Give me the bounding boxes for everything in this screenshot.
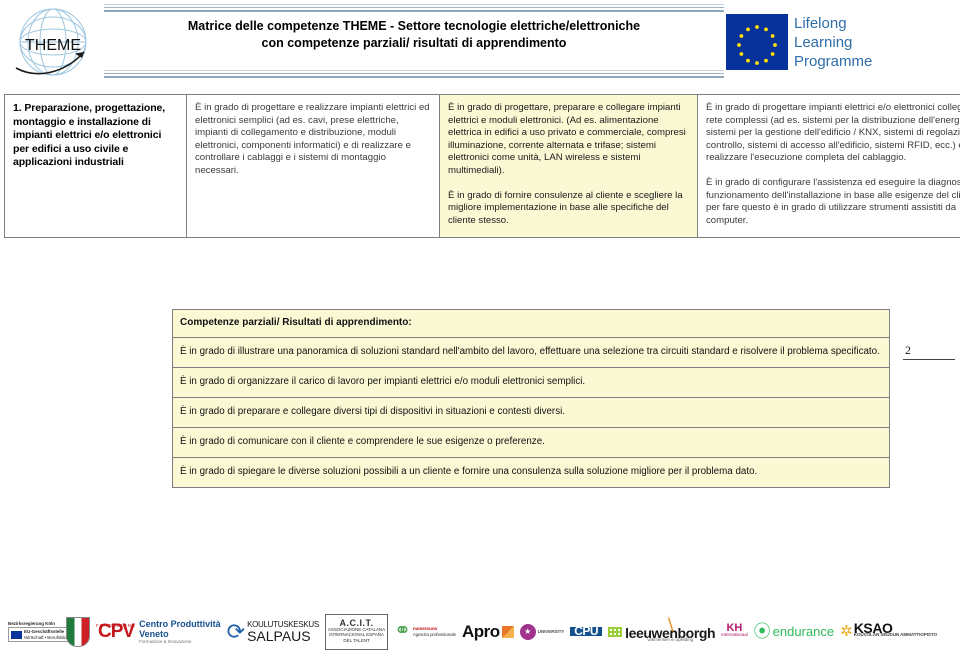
salpaus-swirl-icon: ⟳ <box>226 619 246 644</box>
numerouno-tagline: Agenzia professionale <box>412 631 456 637</box>
page-title: Matrice delle competenze THEME - Settore… <box>104 18 724 52</box>
kh-logo: KH Internationaal <box>721 616 748 648</box>
nrw-shield-icon <box>66 616 90 647</box>
cpv-centro-label: Centro Produttività <box>139 618 221 629</box>
page-footer: Bezirksregierung Köln EU-Geschäftsstelle… <box>0 612 960 651</box>
llp-line-3: Programme <box>794 53 873 70</box>
cpu-wordmark: CPU <box>570 625 603 637</box>
table-row: È in grado di illustrare una panoramica … <box>172 337 890 368</box>
svg-text:THEME: THEME <box>25 37 81 54</box>
level-2-paragraph-2: È in grado di fornire consulenze al clie… <box>448 189 683 226</box>
apro-wordmark: Apro <box>462 622 500 641</box>
page-number-rule <box>903 359 955 360</box>
table-row-heading: Competenze parziali/ Risultati di appren… <box>172 309 890 338</box>
page-number-block: 2 <box>903 343 955 360</box>
apro-square-icon <box>501 625 514 638</box>
agit-wordmark: A.C.I.T. <box>339 617 374 628</box>
university-seal-icon: ★ <box>519 623 536 640</box>
header-rule-bottom <box>104 70 724 80</box>
partial-competence-item-1: È in grado di illustrare una panoramica … <box>172 337 890 368</box>
nrw-logo <box>66 616 90 648</box>
level-1-paragraph-1: È in grado di progettare e realizzare im… <box>195 102 430 176</box>
ksao-figure-icon: ✲ <box>840 623 853 640</box>
llp-line-2: Learning <box>794 34 853 51</box>
bezirksregierung-koeln-logo: Bezirksregierung Köln EU-Geschäftsstelle… <box>8 616 78 648</box>
agit-sub3: DEL TALENT <box>343 637 370 643</box>
eu-flag-icon <box>726 14 788 70</box>
table-row: È in grado di preparare e collegare dive… <box>172 397 890 428</box>
ksao-wordmark: KSAO <box>853 620 893 637</box>
eu-flag-mini-icon <box>11 630 22 639</box>
lifelong-learning-programme-label: Lifelong Learning Programme <box>794 14 944 71</box>
level-3-paragraph-1: È in grado di progettare impianti elettr… <box>706 102 960 164</box>
partner-logo-strip: Bezirksregierung Köln EU-Geschäftsstelle… <box>8 612 952 651</box>
partial-competences-heading: Competenze parziali/ Risultati di appren… <box>172 309 890 338</box>
header-title-band: Matrice delle competenze THEME - Settore… <box>104 2 724 84</box>
partial-competence-item-5: È in grado di spiegare le diverse soluzi… <box>172 457 890 488</box>
partial-competence-item-3: È in grado di preparare e collegare dive… <box>172 397 890 428</box>
leeuwenborgh-grid-icon <box>608 626 623 637</box>
agit-logo: A.C.I.T. ASSOCIAZIONE CATALANA INTERNACI… <box>324 613 389 650</box>
cpv-wordmark: CPV <box>98 621 135 643</box>
partial-competence-item-4: È in grado di comunicare con il cliente … <box>172 427 890 458</box>
endurance-leaf-icon: ⦿ <box>753 622 771 641</box>
kh-sub: Internationaal <box>721 632 748 638</box>
university-logo: ★ UNIVERSITY <box>519 616 565 648</box>
page-header: THEME Matrice delle competenze THEME - S… <box>0 0 960 86</box>
table-row: È in grado di spiegare le diverse soluzi… <box>172 457 890 488</box>
numerouno-logo: ⚭ numerouno Agenzia professionale <box>394 616 456 648</box>
leeuwenborgh-logo: ∖ leeuwenborgh vakmensen in opleiding <box>608 616 716 648</box>
cpv-tagline: Formazione & Innovazione <box>139 638 192 644</box>
agit-sub2: INTERNACIONAL ESPAÑA <box>329 632 384 638</box>
table-row: 1. Preparazione, progettazione, montaggi… <box>4 93 960 239</box>
competence-level-2-cell: È in grado di progettare, preparare e co… <box>439 93 698 239</box>
competence-level-1-cell: È in grado di progettare e realizzare im… <box>186 93 440 239</box>
level-2-paragraph-1: È in grado di progettare, preparare e co… <box>448 102 686 176</box>
competence-matrix-table: 1. Preparazione, progettazione, montaggi… <box>4 93 960 239</box>
endurance-wordmark: endurance <box>772 624 835 639</box>
apro-logo: Apro <box>462 616 514 648</box>
ksao-logo: ✲ KSAO KOUVOLAN SEUDUN AMMATTIOPISTO <box>840 616 937 648</box>
cpu-logo: CPU <box>570 616 603 648</box>
university-wordmark: UNIVERSITY <box>537 628 565 634</box>
page-title-line2: con competenze parziali/ risultati di ap… <box>261 36 567 50</box>
leeuwenborgh-wordmark: leeuwenborgh <box>625 624 716 641</box>
salpaus-logo: ⟳ KOULUTUSKESKUS SALPAUS <box>226 616 320 648</box>
competence-level-3-cell: È in grado di progettare impianti elettr… <box>697 93 960 239</box>
cpv-veneto-label: Veneto <box>139 628 169 639</box>
ksao-tagline: KOUVOLAN SEUDUN AMMATTIOPISTO <box>853 632 937 638</box>
table-row: È in grado di organizzare il carico di l… <box>172 367 890 398</box>
kh-wordmark: KH <box>726 622 743 635</box>
llp-line-1: Lifelong <box>794 15 847 32</box>
salpaus-wordmark: SALPAUS <box>247 627 311 644</box>
partial-competences-table: Competenze parziali/ Risultati di appren… <box>172 309 890 488</box>
partial-competence-item-2: È in grado di organizzare il carico di l… <box>172 367 890 398</box>
numerouno-swoosh-icon: ⚭ <box>394 620 411 642</box>
page-title-line1: Matrice delle competenze THEME - Settore… <box>187 19 641 33</box>
page-number: 2 <box>905 343 911 357</box>
level-3-paragraph-2: È in grado di configurare l'assistenza e… <box>706 176 960 226</box>
table-row: È in grado di comunicare con il cliente … <box>172 427 890 458</box>
endurance-logo: ⦿ endurance <box>754 616 834 648</box>
theme-logo: THEME <box>4 6 102 82</box>
header-rule-top <box>104 4 724 14</box>
competence-area-title: 1. Preparazione, progettazione, montaggi… <box>4 93 187 239</box>
cpv-logo: FONDAZIONE CPV Centro Produttività Venet… <box>96 616 221 648</box>
